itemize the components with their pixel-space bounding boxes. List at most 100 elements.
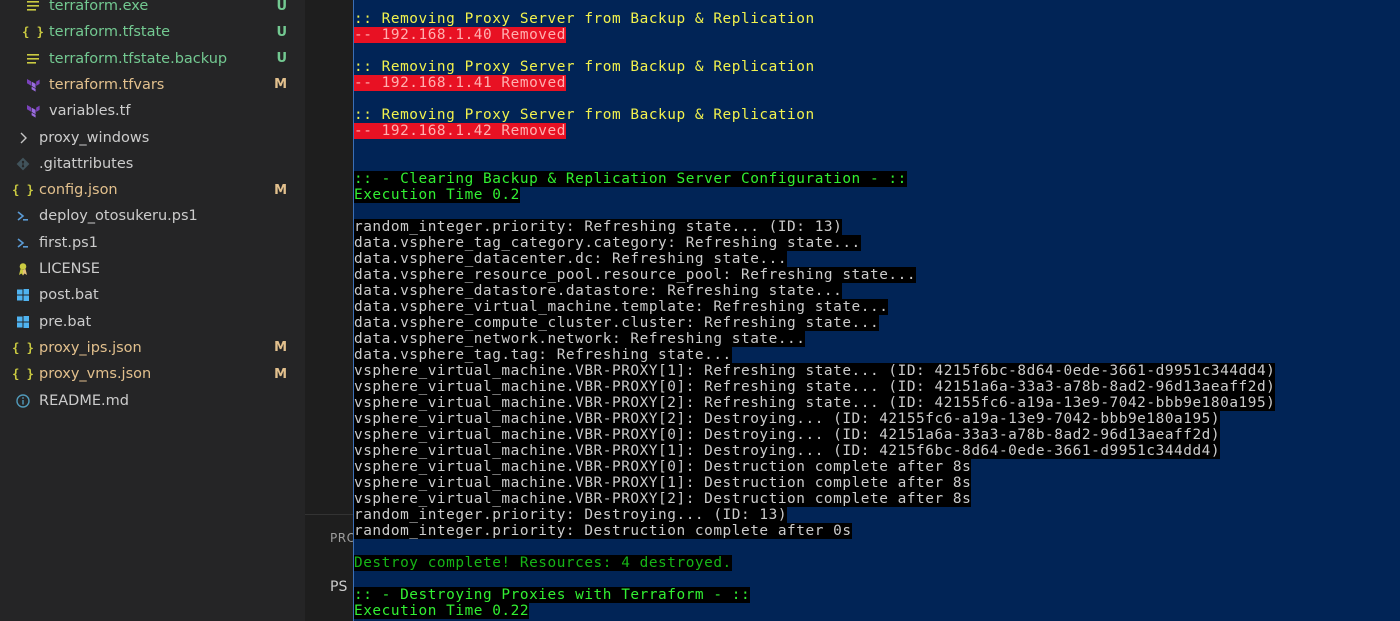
explorer-item-label: config.json <box>39 182 118 199</box>
git-status-badge: M <box>274 77 287 93</box>
license-icon <box>15 261 31 277</box>
terminal-line: random_integer.priority: Destruction com… <box>354 523 1275 539</box>
explorer-item-label: post.bat <box>39 287 99 304</box>
terminal-line: :: Removing Proxy Server from Backup & R… <box>354 107 1275 123</box>
terminal-line-text: data.vsphere_datacenter.dc: Refreshing s… <box>354 251 788 267</box>
terminal-line: Destroy complete! Resources: 4 destroyed… <box>354 555 1275 571</box>
explorer-item-label: terraform.tfstate.backup <box>49 50 228 67</box>
terminal-line: data.vsphere_datastore.datastore: Refres… <box>354 283 1275 299</box>
explorer-item-label: first.ps1 <box>39 234 98 251</box>
terminal-line-text: -- 192.168.1.42 Removed <box>354 123 566 139</box>
chevron-right-icon <box>15 130 31 146</box>
git-status-badge: M <box>274 182 287 198</box>
terminal-line-text: vsphere_virtual_machine.VBR-PROXY[0]: Re… <box>354 379 1276 395</box>
terminal-line: vsphere_virtual_machine.VBR-PROXY[2]: De… <box>354 411 1275 427</box>
terminal-line: data.vsphere_tag_category.category: Refr… <box>354 235 1275 251</box>
terminal-line-text: :: - Clearing Backup & Replication Serve… <box>354 171 907 187</box>
bottom-panel-strip: PRO PS <box>305 514 356 621</box>
explorer-item-label: LICENSE <box>39 261 100 277</box>
terminal-line: :: Removing Proxy Server from Backup & R… <box>354 11 1275 27</box>
windows-icon <box>15 314 31 330</box>
explorer-item[interactable]: proxy_windows <box>0 125 305 151</box>
git-status-badge: U <box>276 24 287 40</box>
terminal-line-text: data.vsphere_resource_pool.resource_pool… <box>354 267 917 283</box>
git-status-badge: U <box>276 0 287 14</box>
terminal-line: Execution Time 0.2 <box>354 187 1275 203</box>
terminal-output: :: Removing Proxy Server from Backup & R… <box>354 11 1276 619</box>
terminal-line: random_integer.priority: Refreshing stat… <box>354 219 1275 235</box>
explorer-item[interactable]: README.md <box>0 388 305 414</box>
powershell-terminal[interactable]: :: Removing Proxy Server from Backup & R… <box>353 0 1400 621</box>
explorer-item-label: deploy_otosukeru.ps1 <box>39 208 198 225</box>
terminal-line: data.vsphere_network.network: Refreshing… <box>354 331 1275 347</box>
terminal-line-text: :: Removing Proxy Server from Backup & R… <box>354 59 815 75</box>
terminal-line-text: data.vsphere_tag_category.category: Refr… <box>354 235 861 251</box>
terminal-line-text: random_integer.priority: Destroying... (… <box>354 507 788 523</box>
explorer-item-label: .gitattributes <box>39 155 134 172</box>
terminal-line-text: Execution Time 0.22 <box>354 603 530 619</box>
terminal-line-text: vsphere_virtual_machine.VBR-PROXY[2]: De… <box>354 411 1221 427</box>
explorer-item-label: variables.tf <box>49 103 131 120</box>
terminal-line: :: - Clearing Backup & Replication Serve… <box>354 171 1275 187</box>
explorer-item[interactable]: { } terraform.tfstate U <box>0 19 305 45</box>
powershell-icon <box>15 235 31 251</box>
terminal-line-text: -- 192.168.1.40 Removed <box>354 27 566 43</box>
terminal-line: vsphere_virtual_machine.VBR-PROXY[0]: De… <box>354 427 1275 443</box>
json-icon: { } <box>22 25 44 40</box>
explorer-item-label: terraform.tfstate <box>49 24 171 41</box>
terminal-line: data.vsphere_tag.tag: Refreshing state..… <box>354 347 1275 363</box>
explorer-item-label: proxy_windows <box>39 129 150 146</box>
terminal-line: :: Removing Proxy Server from Backup & R… <box>354 59 1275 75</box>
explorer-item[interactable]: .gitattributes <box>0 151 305 177</box>
list-icon <box>25 0 41 14</box>
terminal-line-text: Destroy complete! Resources: 4 destroyed… <box>354 555 732 571</box>
terminal-line-text: :: Removing Proxy Server from Backup & R… <box>354 11 815 27</box>
terminal-line-text: data.vsphere_datastore.datastore: Refres… <box>354 283 843 299</box>
explorer-item[interactable]: deploy_otosukeru.ps1 <box>0 203 305 229</box>
explorer-item[interactable]: { } config.json M <box>0 177 305 203</box>
terminal-shell-label[interactable]: PS <box>330 579 347 595</box>
explorer-item[interactable]: first.ps1 <box>0 230 305 256</box>
terminal-line-text: vsphere_virtual_machine.VBR-PROXY[1]: Re… <box>354 363 1276 379</box>
terminal-line-text: Execution Time 0.2 <box>354 187 520 203</box>
terminal-line-text: data.vsphere_virtual_machine.template: R… <box>354 299 889 315</box>
terminal-line-text: data.vsphere_network.network: Refreshing… <box>354 331 806 347</box>
explorer-item[interactable]: terraform.exe U <box>0 0 305 19</box>
terminal-line: vsphere_virtual_machine.VBR-PROXY[2]: Re… <box>354 395 1276 411</box>
terminal-line: vsphere_virtual_machine.VBR-PROXY[0]: De… <box>354 459 1275 475</box>
json-icon: { } <box>12 367 34 382</box>
terminal-line-text: data.vsphere_compute_cluster.cluster: Re… <box>354 315 880 331</box>
terminal-line: data.vsphere_compute_cluster.cluster: Re… <box>354 315 1275 331</box>
explorer-item[interactable]: { } proxy_vms.json M <box>0 361 305 387</box>
git-status-badge: M <box>274 366 287 382</box>
terminal-line-text: vsphere_virtual_machine.VBR-PROXY[2]: De… <box>354 491 972 507</box>
explorer-item[interactable]: variables.tf <box>0 98 305 124</box>
explorer-item-label: README.md <box>39 392 129 409</box>
explorer-item[interactable]: terraform.tfstate.backup U <box>0 46 305 72</box>
explorer-item[interactable]: LICENSE <box>0 256 305 282</box>
explorer-item[interactable]: terraform.tfvars M <box>0 72 305 98</box>
git-status-badge: M <box>274 340 287 356</box>
explorer-item[interactable]: post.bat <box>0 282 305 308</box>
explorer-item-label: proxy_vms.json <box>39 366 152 383</box>
explorer-item-label: pre.bat <box>39 313 92 330</box>
terraform-icon <box>25 103 41 119</box>
explorer-item[interactable]: { } proxy_ips.json M <box>0 335 305 361</box>
terminal-line-text: random_integer.priority: Destruction com… <box>354 523 852 539</box>
terminal-line: -- 192.168.1.42 Removed <box>354 123 1275 139</box>
git-icon <box>15 156 31 172</box>
json-icon: { } <box>12 183 34 198</box>
terminal-line: random_integer.priority: Destroying... (… <box>354 507 1275 523</box>
powershell-icon <box>15 208 31 224</box>
explorer-item-label: proxy_ips.json <box>39 339 142 356</box>
terminal-line: vsphere_virtual_machine.VBR-PROXY[0]: Re… <box>354 379 1276 395</box>
terminal-line: -- 192.168.1.40 Removed <box>354 27 1275 43</box>
list-icon <box>25 51 41 67</box>
explorer-item[interactable]: pre.bat <box>0 309 305 335</box>
terminal-line: vsphere_virtual_machine.VBR-PROXY[2]: De… <box>354 491 1275 507</box>
git-status-badge: U <box>276 51 287 67</box>
